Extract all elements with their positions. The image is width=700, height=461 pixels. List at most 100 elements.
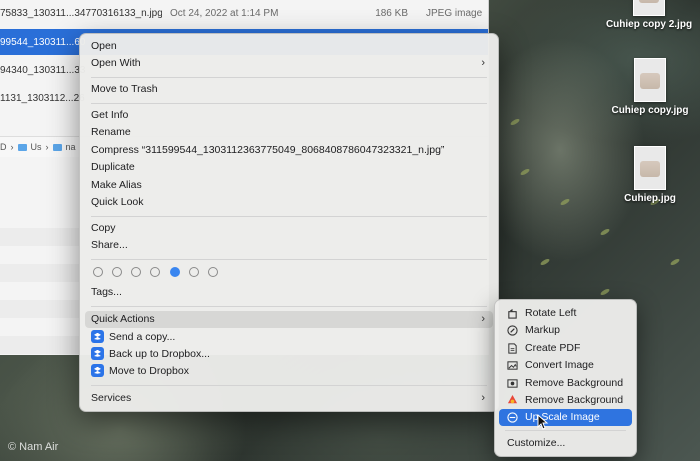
submenu-item-label: Remove Background xyxy=(525,377,624,389)
submenu-item-markup[interactable]: Markup xyxy=(499,322,632,339)
menu-item-services[interactable]: Services › xyxy=(85,390,493,407)
submenu-item-label: Create PDF xyxy=(525,342,581,354)
desktop-file-label: Cuhiep copy 2.jpg xyxy=(605,19,693,30)
menu-item-share[interactable]: Share... xyxy=(85,237,493,254)
menu-separator xyxy=(91,306,487,307)
menu-item-label: Send a copy... xyxy=(109,331,176,343)
menu-item-label: Get Info xyxy=(91,109,129,121)
menu-item-label: Share... xyxy=(91,239,128,251)
chevron-right-icon: › xyxy=(481,392,485,404)
tag-color-dot[interactable] xyxy=(208,267,218,277)
menu-item-label: Move to Dropbox xyxy=(109,365,189,377)
submenu-item-create-pdf[interactable]: Create PDF xyxy=(499,340,632,357)
pointer-cursor-icon xyxy=(537,414,549,430)
pdf-icon xyxy=(507,343,518,354)
remove-background-app-icon xyxy=(507,395,518,406)
menu-item-label: Move to Trash xyxy=(91,83,158,95)
menu-item-move-dropbox[interactable]: Move to Dropbox xyxy=(85,363,493,380)
menu-item-label: Services xyxy=(91,392,132,404)
desktop-file-icon[interactable]: Cuhiep copy.jpg xyxy=(605,58,695,116)
menu-item-label: Tags... xyxy=(91,286,122,298)
menu-item-label: Compress “311599544_1303112363775049_806… xyxy=(91,144,445,156)
convert-image-icon xyxy=(507,360,518,371)
menu-item-move-to-trash[interactable]: Move to Trash xyxy=(85,81,493,98)
submenu-item-remove-background-app[interactable]: Remove Background xyxy=(499,392,632,409)
desktop-file-label: Cuhiep copy.jpg xyxy=(611,105,689,116)
menu-item-label: Quick Actions xyxy=(91,313,155,325)
submenu-item-label: Customize... xyxy=(507,437,566,449)
menu-separator xyxy=(91,259,487,260)
file-row[interactable]: 75833_130311...34770316133_n.jpg Oct 24,… xyxy=(0,0,488,26)
desktop-file-icon[interactable]: Cuhiep copy 2.jpg xyxy=(600,0,698,30)
menu-item-open-with[interactable]: Open With › xyxy=(85,55,493,72)
path-segment[interactable]: D xyxy=(0,142,7,152)
menu-separator xyxy=(91,103,487,104)
path-separator: › xyxy=(10,142,14,152)
menu-item-open[interactable]: Open xyxy=(85,38,493,55)
upscale-icon xyxy=(507,412,518,423)
markup-icon xyxy=(507,325,518,336)
watermark: © Nam Air xyxy=(8,441,59,453)
image-thumbnail xyxy=(634,58,666,102)
submenu-item-rotate-left[interactable]: Rotate Left xyxy=(499,305,632,322)
tag-color-dot[interactable] xyxy=(150,267,160,277)
chevron-right-icon: › xyxy=(481,57,485,69)
chevron-right-icon: › xyxy=(481,313,485,325)
tag-color-dot[interactable] xyxy=(112,267,122,277)
dropbox-icon xyxy=(91,363,104,377)
menu-separator xyxy=(91,216,487,217)
path-separator: › xyxy=(45,142,49,152)
tag-color-dot-blue[interactable] xyxy=(170,267,180,277)
dropbox-icon xyxy=(91,346,104,360)
menu-item-label: Back up to Dropbox... xyxy=(109,348,210,360)
menu-item-tags[interactable]: Tags... xyxy=(85,284,493,301)
dropbox-icon xyxy=(91,329,104,343)
menu-item-label: Open xyxy=(91,40,117,52)
tag-color-dot[interactable] xyxy=(131,267,141,277)
path-segment[interactable]: Us xyxy=(31,142,42,152)
image-thumbnail xyxy=(634,146,666,190)
menu-item-label: Quick Look xyxy=(91,196,144,208)
menu-item-send-copy[interactable]: Send a copy... xyxy=(85,329,493,346)
menu-item-duplicate[interactable]: Duplicate xyxy=(85,159,493,176)
menu-separator xyxy=(91,77,487,78)
menu-item-label: Open With xyxy=(91,57,141,69)
menu-item-rename[interactable]: Rename xyxy=(85,124,493,141)
quick-actions-submenu: Rotate Left Markup Create PDF Convert Im… xyxy=(494,299,637,457)
folder-icon xyxy=(52,143,62,151)
menu-item-label: Copy xyxy=(91,222,116,234)
menu-item-make-alias[interactable]: Make Alias xyxy=(85,177,493,194)
menu-item-copy[interactable]: Copy xyxy=(85,220,493,237)
remove-background-icon xyxy=(507,378,518,389)
menu-item-get-info[interactable]: Get Info xyxy=(85,107,493,124)
rotate-left-icon xyxy=(507,308,518,319)
submenu-item-label: Markup xyxy=(525,324,561,336)
image-thumbnail xyxy=(633,0,665,16)
folder-icon xyxy=(17,143,27,151)
menu-item-compress[interactable]: Compress “311599544_1303112363775049_806… xyxy=(85,142,493,159)
submenu-item-convert-image[interactable]: Convert Image xyxy=(499,357,632,374)
menu-item-backup-dropbox[interactable]: Back up to Dropbox... xyxy=(85,346,493,363)
desktop-file-label: Cuhiep.jpg xyxy=(624,193,676,204)
submenu-item-upscale-image[interactable]: Up Scale Image xyxy=(499,409,632,426)
menu-separator xyxy=(505,430,626,431)
menu-item-label: Rename xyxy=(91,126,131,138)
tag-color-dot[interactable] xyxy=(93,267,103,277)
submenu-item-label: Convert Image xyxy=(525,359,594,371)
tag-color-dot[interactable] xyxy=(189,267,199,277)
context-menu: Open Open With › Move to Trash Get Info R… xyxy=(79,33,499,412)
desktop-file-icon[interactable]: Cuhiep.jpg xyxy=(605,146,695,204)
menu-item-quick-look[interactable]: Quick Look xyxy=(85,194,493,211)
menu-item-quick-actions[interactable]: Quick Actions › xyxy=(85,311,493,328)
menu-item-label: Make Alias xyxy=(91,179,142,191)
submenu-item-remove-background[interactable]: Remove Background xyxy=(499,375,632,392)
submenu-item-customize[interactable]: Customize... xyxy=(499,435,632,452)
submenu-item-label: Rotate Left xyxy=(525,307,577,319)
file-kind: JPEG image xyxy=(426,7,483,19)
menu-separator xyxy=(91,385,487,386)
menu-item-label: Duplicate xyxy=(91,161,135,173)
path-segment[interactable]: na xyxy=(66,142,76,152)
file-size: 186 KB xyxy=(375,7,408,19)
file-name: 75833_130311...34770316133_n.jpg xyxy=(0,7,162,19)
submenu-item-label: Remove Background xyxy=(525,394,624,406)
